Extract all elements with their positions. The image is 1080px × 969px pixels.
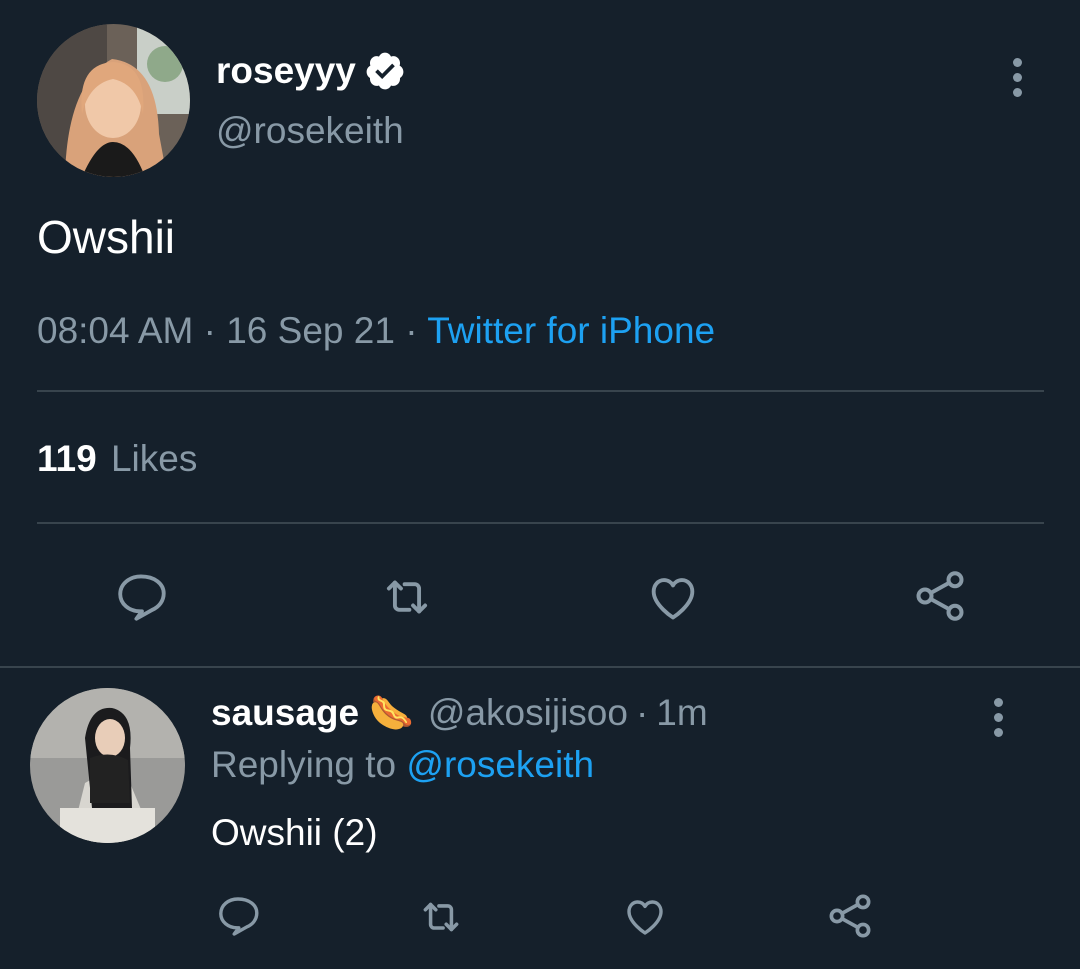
divider <box>37 390 1044 392</box>
replying-to-handle[interactable]: @rosekeith <box>406 744 594 785</box>
reply-header: sausage 🌭 @akosijisoo · 1m <box>211 692 708 734</box>
reply-more-icon[interactable] <box>984 698 1012 743</box>
retweet-icon[interactable] <box>376 568 438 626</box>
replying-to-line: Replying to @rosekeith <box>211 744 594 786</box>
reply-text: Owshii (2) <box>211 812 378 853</box>
reply-author-display-name[interactable]: sausage <box>211 692 359 734</box>
tweet-date: 16 Sep 21 <box>226 310 395 351</box>
tweet-meta: 08:04 AM · 16 Sep 21 · Twitter for iPhon… <box>37 310 715 352</box>
reply-author-emoji: 🌭 <box>369 692 414 733</box>
author-name-row: roseyyy <box>216 48 406 94</box>
author-avatar[interactable] <box>37 24 190 177</box>
verified-badge-icon <box>364 50 406 92</box>
likes-count: 119 <box>37 438 97 479</box>
reply-author-avatar[interactable] <box>30 688 185 843</box>
reply-reply-icon[interactable] <box>214 892 262 940</box>
divider <box>0 666 1080 668</box>
like-icon[interactable] <box>644 568 702 626</box>
share-icon[interactable] <box>910 566 970 626</box>
likes-label: Likes <box>110 438 198 479</box>
reply-retweet-icon[interactable] <box>414 892 468 942</box>
reply-icon[interactable] <box>112 568 170 626</box>
reply-time: 1m <box>656 692 708 733</box>
reply-share-icon[interactable] <box>824 890 876 942</box>
divider <box>37 522 1044 524</box>
meta-separator: · <box>203 310 216 351</box>
author-display-name[interactable]: roseyyy <box>216 50 356 92</box>
more-icon[interactable] <box>1003 58 1031 103</box>
tweet-text: Owshii <box>37 211 176 263</box>
likes-stat[interactable]: 119 Likes <box>37 438 197 480</box>
meta-separator: · <box>405 310 418 351</box>
meta-separator: · <box>635 692 649 733</box>
replying-to-label: Replying to <box>211 744 397 785</box>
tweet-source-link[interactable]: Twitter for iPhone <box>427 310 715 351</box>
tweet-time: 08:04 AM <box>37 310 194 351</box>
reply-like-icon[interactable] <box>621 892 669 940</box>
reply-author-handle[interactable]: @akosijisoo <box>428 692 628 734</box>
author-handle[interactable]: @rosekeith <box>216 110 404 152</box>
